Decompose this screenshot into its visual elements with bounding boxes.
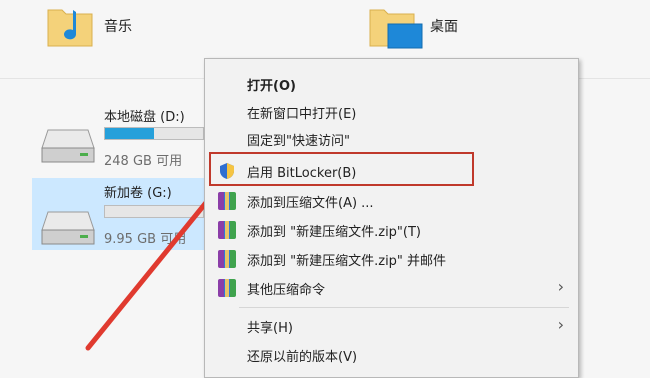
winrar-icon [218, 221, 236, 239]
menu-separator [239, 307, 569, 308]
menu-item-add-to-archive[interactable]: 添加到压缩文件(A) ... [205, 188, 578, 214]
menu-item-share[interactable]: 共享(H) › [205, 313, 578, 339]
menu-item-label: 打开(O) [247, 79, 296, 94]
menu-item-label: 添加到压缩文件(A) ... [247, 196, 374, 211]
chevron-right-icon: › [557, 315, 564, 334]
annotation-highlight-box [209, 152, 474, 186]
menu-item-other-compress-commands[interactable]: 其他压缩命令 › [205, 275, 578, 301]
chevron-right-icon: › [557, 277, 564, 296]
menu-item-label: 其他压缩命令 [247, 283, 326, 298]
menu-item-label: 在新窗口中打开(E) [247, 107, 357, 122]
menu-item-label: 添加到 "新建压缩文件.zip"(T) [247, 225, 421, 240]
menu-item-label: 共享(H) [247, 321, 293, 336]
menu-item-restore-previous-versions[interactable]: 还原以前的版本(V) [205, 342, 578, 368]
menu-item-label: 添加到 "新建压缩文件.zip" 并邮件 [247, 254, 447, 269]
winrar-icon [218, 250, 236, 268]
menu-item-pin-quick-access[interactable]: 固定到"快速访问" [205, 126, 578, 152]
menu-item-label: 固定到"快速访问" [247, 134, 350, 149]
menu-item-add-to-zip[interactable]: 添加到 "新建压缩文件.zip"(T) [205, 217, 578, 243]
menu-item-add-to-zip-and-email[interactable]: 添加到 "新建压缩文件.zip" 并邮件 [205, 246, 578, 272]
menu-item-label: 还原以前的版本(V) [247, 350, 358, 365]
context-menu: 打开(O) 在新窗口中打开(E) 固定到"快速访问" 启用 BitLocker(… [204, 58, 579, 378]
winrar-icon [218, 192, 236, 210]
menu-item-open[interactable]: 打开(O) [205, 71, 578, 97]
winrar-icon [218, 279, 236, 297]
menu-item-open-new-window[interactable]: 在新窗口中打开(E) [205, 99, 578, 125]
